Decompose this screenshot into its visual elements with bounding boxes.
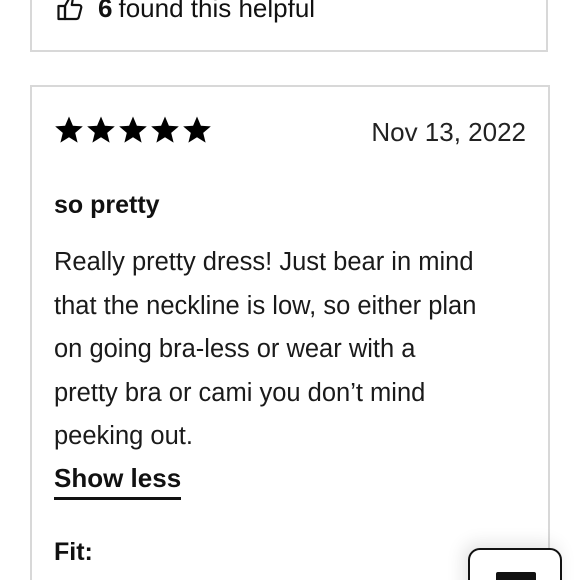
review-body-line: pretty bra or cami you don’t mind — [54, 378, 426, 407]
thumbs-up-icon[interactable] — [56, 0, 84, 22]
helpful-count: 6 — [98, 0, 113, 23]
menu-icon — [496, 572, 536, 580]
review-body: Really pretty dress! Just bear in mind th… — [54, 241, 534, 459]
review-body-line: Really pretty dress! Just bear in mind — [54, 248, 474, 276]
fit-label: Fit: — [54, 538, 93, 566]
review-body-line: on going bra-less or wear with a — [54, 335, 416, 363]
review-date: Nov 13, 2022 — [371, 117, 526, 147]
previous-review-card: 6 found this helpful — [30, 0, 548, 52]
review-body-line: peeking out. — [54, 422, 193, 450]
helpful-row: 6 found this helpful — [56, 0, 315, 26]
star-icon — [119, 116, 147, 143]
star-icon — [151, 116, 179, 143]
show-less-link[interactable]: Show less — [54, 461, 182, 500]
star-icon — [55, 116, 83, 143]
star-icon — [183, 116, 211, 143]
review-title: so pretty — [54, 191, 160, 219]
floating-menu-button[interactable] — [468, 548, 562, 580]
review-page: 6 found this helpful Nov 13, 2022 so pre… — [0, 0, 580, 580]
star-icon — [87, 116, 115, 143]
review-body-line: that the neckline is low, so either plan — [54, 291, 477, 320]
helpful-text: found this helpful — [118, 0, 316, 23]
star-rating — [54, 115, 212, 145]
review-card: Nov 13, 2022 so pretty Really pretty dre… — [30, 85, 550, 580]
